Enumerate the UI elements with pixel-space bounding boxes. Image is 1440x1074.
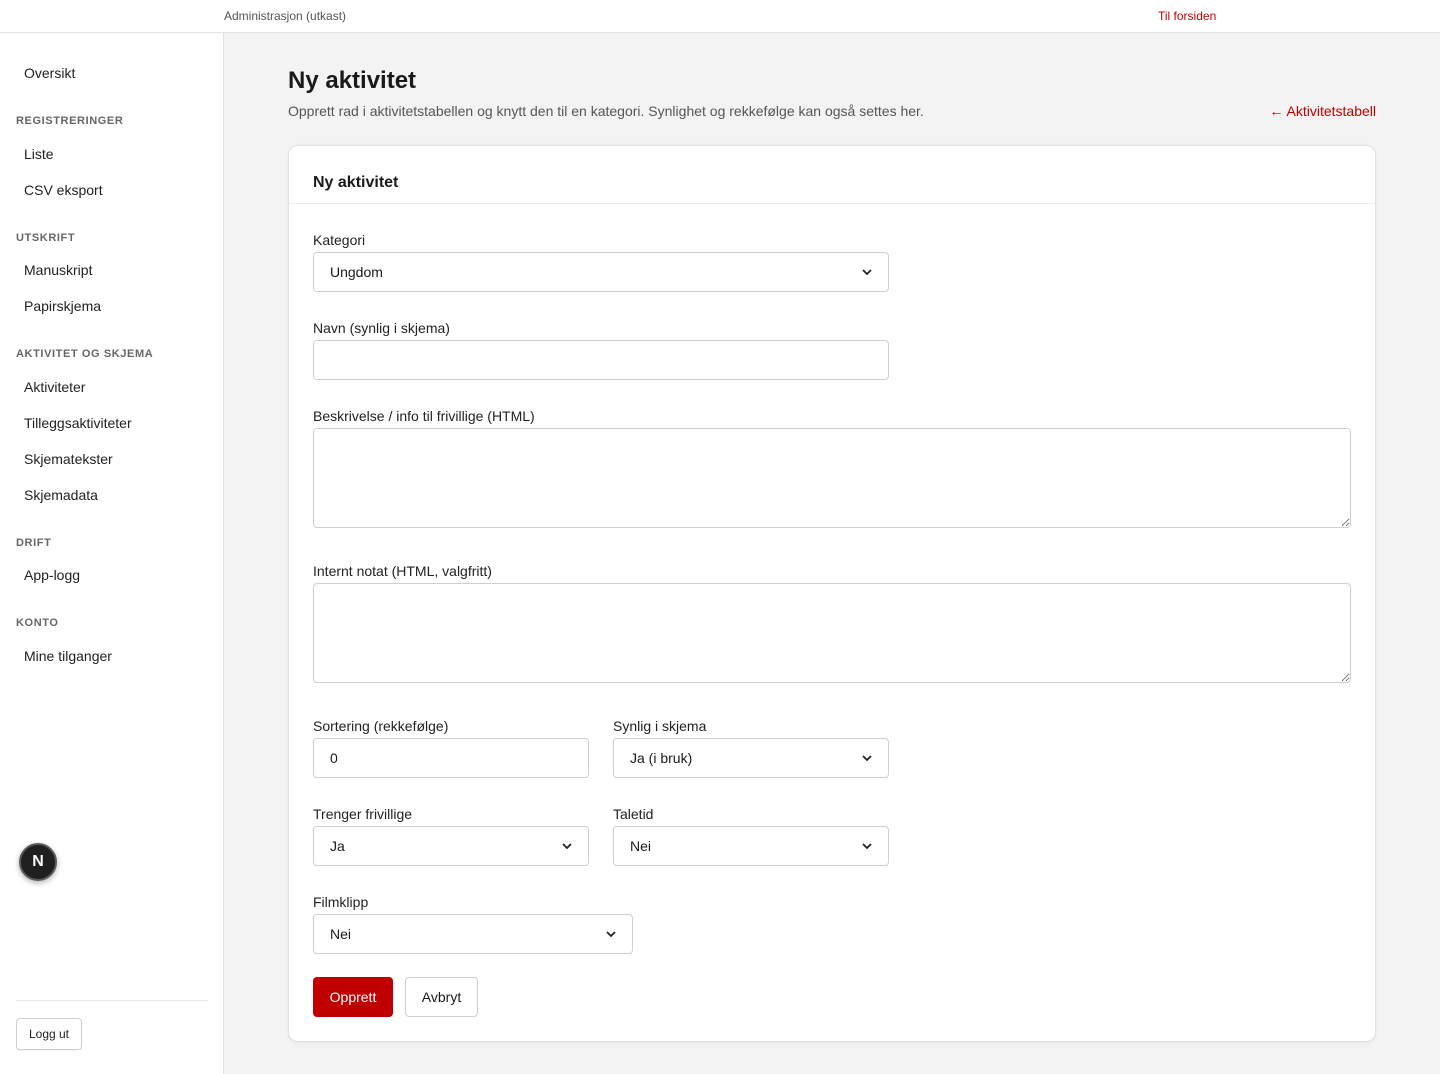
sortering-input[interactable] (313, 738, 589, 778)
app-title: Administrasjon (utkast) (224, 9, 347, 23)
home-link[interactable]: Til forsiden (1158, 9, 1216, 23)
cancel-button[interactable]: Avbryt (405, 977, 478, 1017)
sidebar-section-konto: KONTO (16, 617, 59, 629)
top-bar: Administrasjon (utkast) Til forsiden (0, 0, 1440, 33)
chevron-down-icon (562, 843, 572, 850)
navn-input[interactable] (313, 340, 889, 380)
filmklipp-value: Nei (330, 926, 352, 942)
sidebar-item-papirskjema[interactable]: Papirskjema (24, 298, 101, 314)
card-title: Ny aktivitet (313, 174, 399, 191)
sidebar-item-csv-eksport[interactable]: CSV eksport (24, 182, 103, 198)
synlig-value: Ja (i bruk) (630, 750, 693, 766)
card-header: Ny aktivitet (289, 146, 1375, 204)
sidebar: Oversikt REGISTRERINGER Liste CSV ekspor… (0, 33, 224, 1074)
navn-label: Navn (synlig i skjema) (313, 320, 450, 336)
trenger-frivillige-label: Trenger frivillige (313, 806, 413, 822)
form-card: Ny aktivitet Kategori Ungdom Navn (synli… (288, 145, 1376, 1042)
notat-label: Internt notat (HTML, valgfritt) (313, 563, 492, 579)
synlig-label: Synlig i skjema (613, 718, 707, 734)
sidebar-item-oversikt[interactable]: Oversikt (24, 65, 75, 81)
sidebar-item-manuskript[interactable]: Manuskript (24, 262, 92, 278)
sidebar-item-skjematekster[interactable]: Skjematekster (24, 451, 113, 467)
filmklipp-label: Filmklipp (313, 894, 369, 910)
chevron-down-icon (606, 931, 616, 938)
chevron-down-icon (862, 755, 872, 762)
back-to-activity-table-link[interactable]: ← Aktivitetstabell (1269, 103, 1376, 119)
trenger-frivillige-select[interactable]: Ja (313, 826, 589, 866)
sidebar-item-mine-tilganger[interactable]: Mine tilganger (24, 648, 112, 664)
kategori-value: Ungdom (330, 264, 383, 280)
chevron-down-icon (862, 843, 872, 850)
notat-textarea[interactable] (313, 583, 1351, 683)
badge-letter: N (32, 853, 44, 870)
sidebar-item-liste[interactable]: Liste (24, 146, 54, 162)
create-button[interactable]: Opprett (313, 977, 393, 1017)
chevron-down-icon (862, 269, 872, 276)
synlig-select[interactable]: Ja (i bruk) (613, 738, 889, 778)
logout-button[interactable]: Logg ut (16, 1018, 82, 1050)
kategori-select[interactable]: Ungdom (313, 252, 889, 292)
sidebar-section-registreringer: REGISTRERINGER (16, 115, 124, 127)
sidebar-item-app-logg[interactable]: App-logg (24, 567, 80, 583)
sidebar-section-utskrift: UTSKRIFT (16, 232, 76, 244)
sortering-label: Sortering (rekkefølge) (313, 718, 449, 734)
dev-tools-badge[interactable]: N (19, 843, 57, 881)
beskrivelse-textarea[interactable] (313, 428, 1351, 528)
page-subtitle: Opprett rad i aktivitetstabellen og knyt… (288, 103, 924, 119)
sidebar-section-aktivitet-og-skjema: AKTIVITET OG SKJEMA (16, 348, 154, 360)
kategori-label: Kategori (313, 232, 366, 248)
sidebar-item-skjemadata[interactable]: Skjemadata (24, 487, 98, 503)
sidebar-divider (16, 1000, 208, 1001)
taletid-value: Nei (630, 838, 652, 854)
page-title: Ny aktivitet (288, 67, 417, 94)
trenger-frivillige-value: Ja (330, 838, 345, 854)
taletid-label: Taletid (613, 806, 654, 822)
sidebar-item-aktiviteter[interactable]: Aktiviteter (24, 379, 85, 395)
sidebar-item-tilleggsaktiviteter[interactable]: Tilleggsaktiviteter (24, 415, 132, 431)
beskrivelse-label: Beskrivelse / info til frivillige (HTML) (313, 408, 535, 424)
taletid-select[interactable]: Nei (613, 826, 889, 866)
sidebar-section-drift: DRIFT (16, 537, 52, 549)
filmklipp-select[interactable]: Nei (313, 914, 633, 954)
